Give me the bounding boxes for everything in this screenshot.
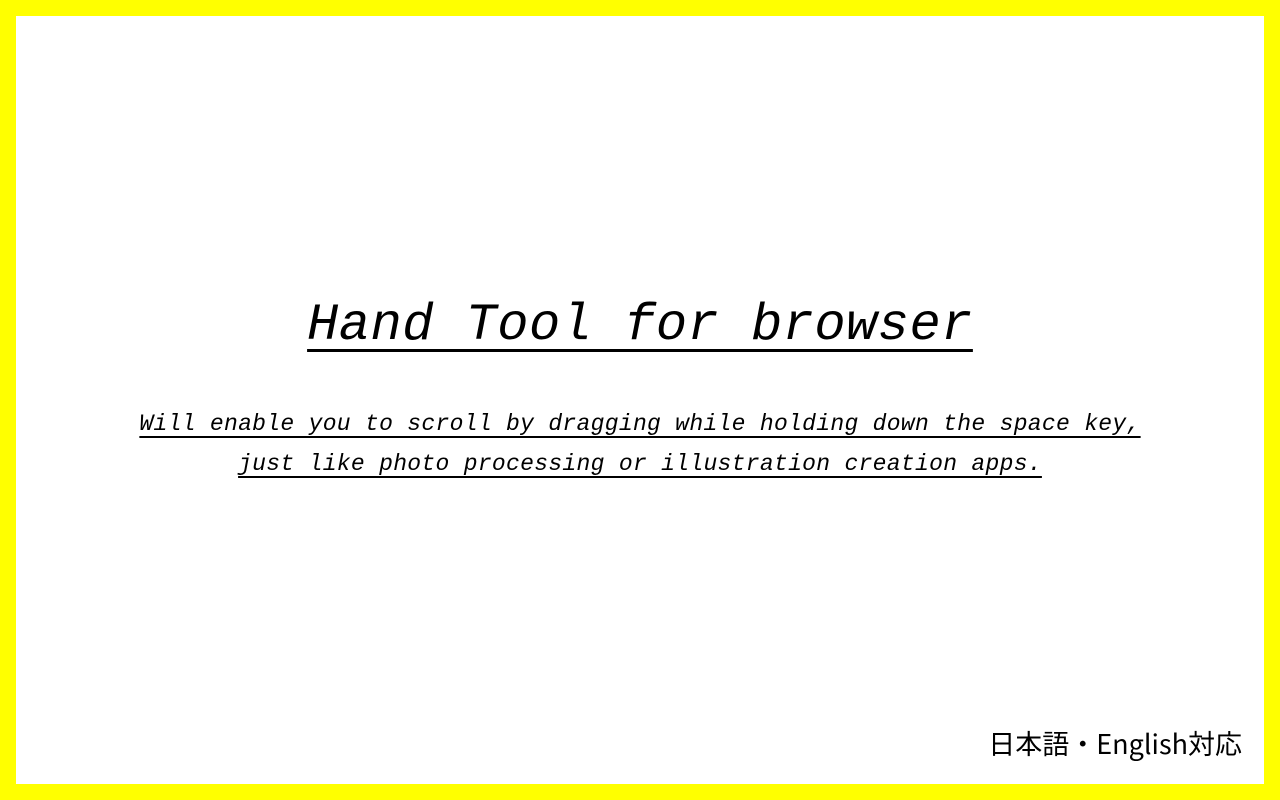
promo-subtitle: Will enable you to scroll by dragging wh… xyxy=(139,405,1140,483)
language-support-note: 日本語・English対応 xyxy=(988,723,1242,762)
content-block: Hand Tool for browser Will enable you to… xyxy=(139,296,1140,483)
promo-title: Hand Tool for browser xyxy=(307,296,973,355)
promo-card: Hand Tool for browser Will enable you to… xyxy=(16,16,1264,784)
